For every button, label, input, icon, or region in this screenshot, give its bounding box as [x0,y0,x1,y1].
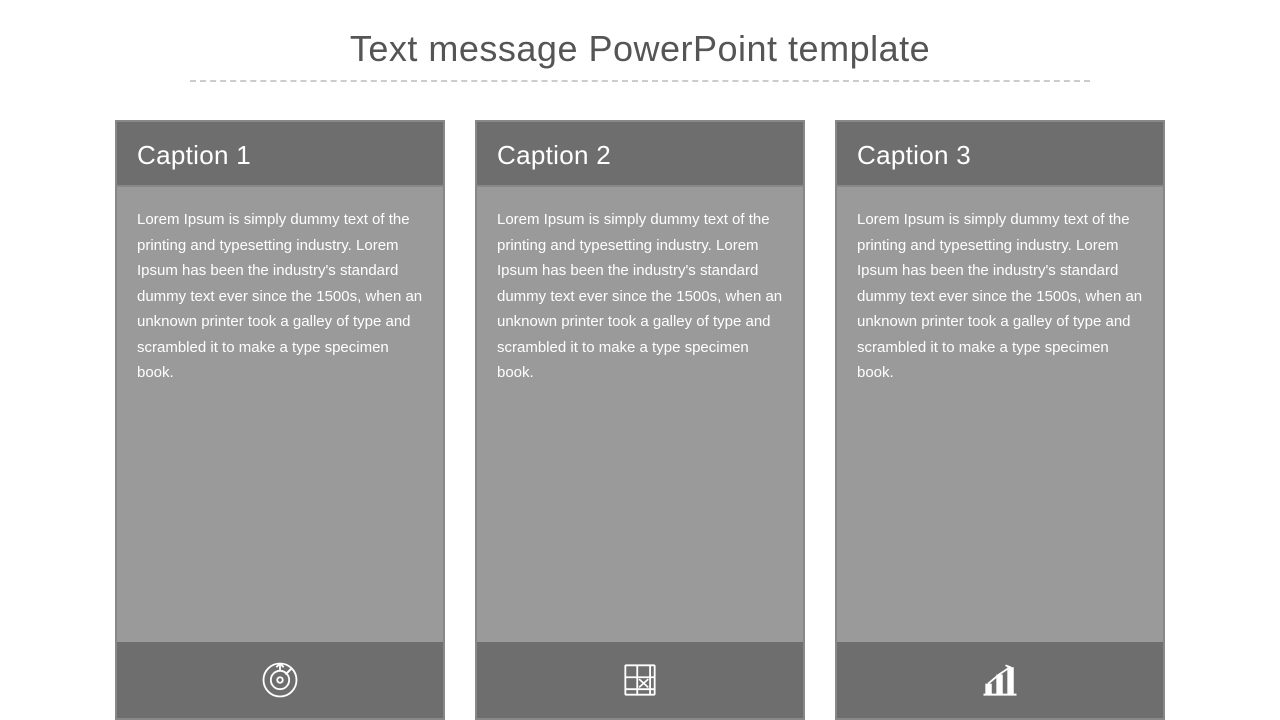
card-3-footer [837,642,1163,718]
card-2-text: Lorem Ipsum is simply dummy text of the … [497,207,783,386]
card-3-title: Caption 3 [857,140,971,170]
header-divider [190,80,1090,82]
page-header: Text message PowerPoint template [0,0,1280,90]
page-title: Text message PowerPoint template [0,28,1280,70]
card-3-header: Caption 3 [837,122,1163,187]
card-1-header: Caption 1 [117,122,443,187]
card-3-body: Lorem Ipsum is simply dummy text of the … [837,187,1163,642]
card-2-header: Caption 2 [477,122,803,187]
card-3: Caption 3 Lorem Ipsum is simply dummy te… [835,120,1165,720]
card-1-body: Lorem Ipsum is simply dummy text of the … [117,187,443,642]
chart-icon [978,658,1022,702]
card-1: Caption 1 Lorem Ipsum is simply dummy te… [115,120,445,720]
card-2-title: Caption 2 [497,140,611,170]
card-2: Caption 2 Lorem Ipsum is simply dummy te… [475,120,805,720]
grid-icon [618,658,662,702]
card-2-footer [477,642,803,718]
card-3-text: Lorem Ipsum is simply dummy text of the … [857,207,1143,386]
target-icon [258,658,302,702]
card-2-body: Lorem Ipsum is simply dummy text of the … [477,187,803,642]
card-1-title: Caption 1 [137,140,251,170]
card-1-text: Lorem Ipsum is simply dummy text of the … [137,207,423,386]
cards-container: Caption 1 Lorem Ipsum is simply dummy te… [0,90,1280,720]
card-1-footer [117,642,443,718]
